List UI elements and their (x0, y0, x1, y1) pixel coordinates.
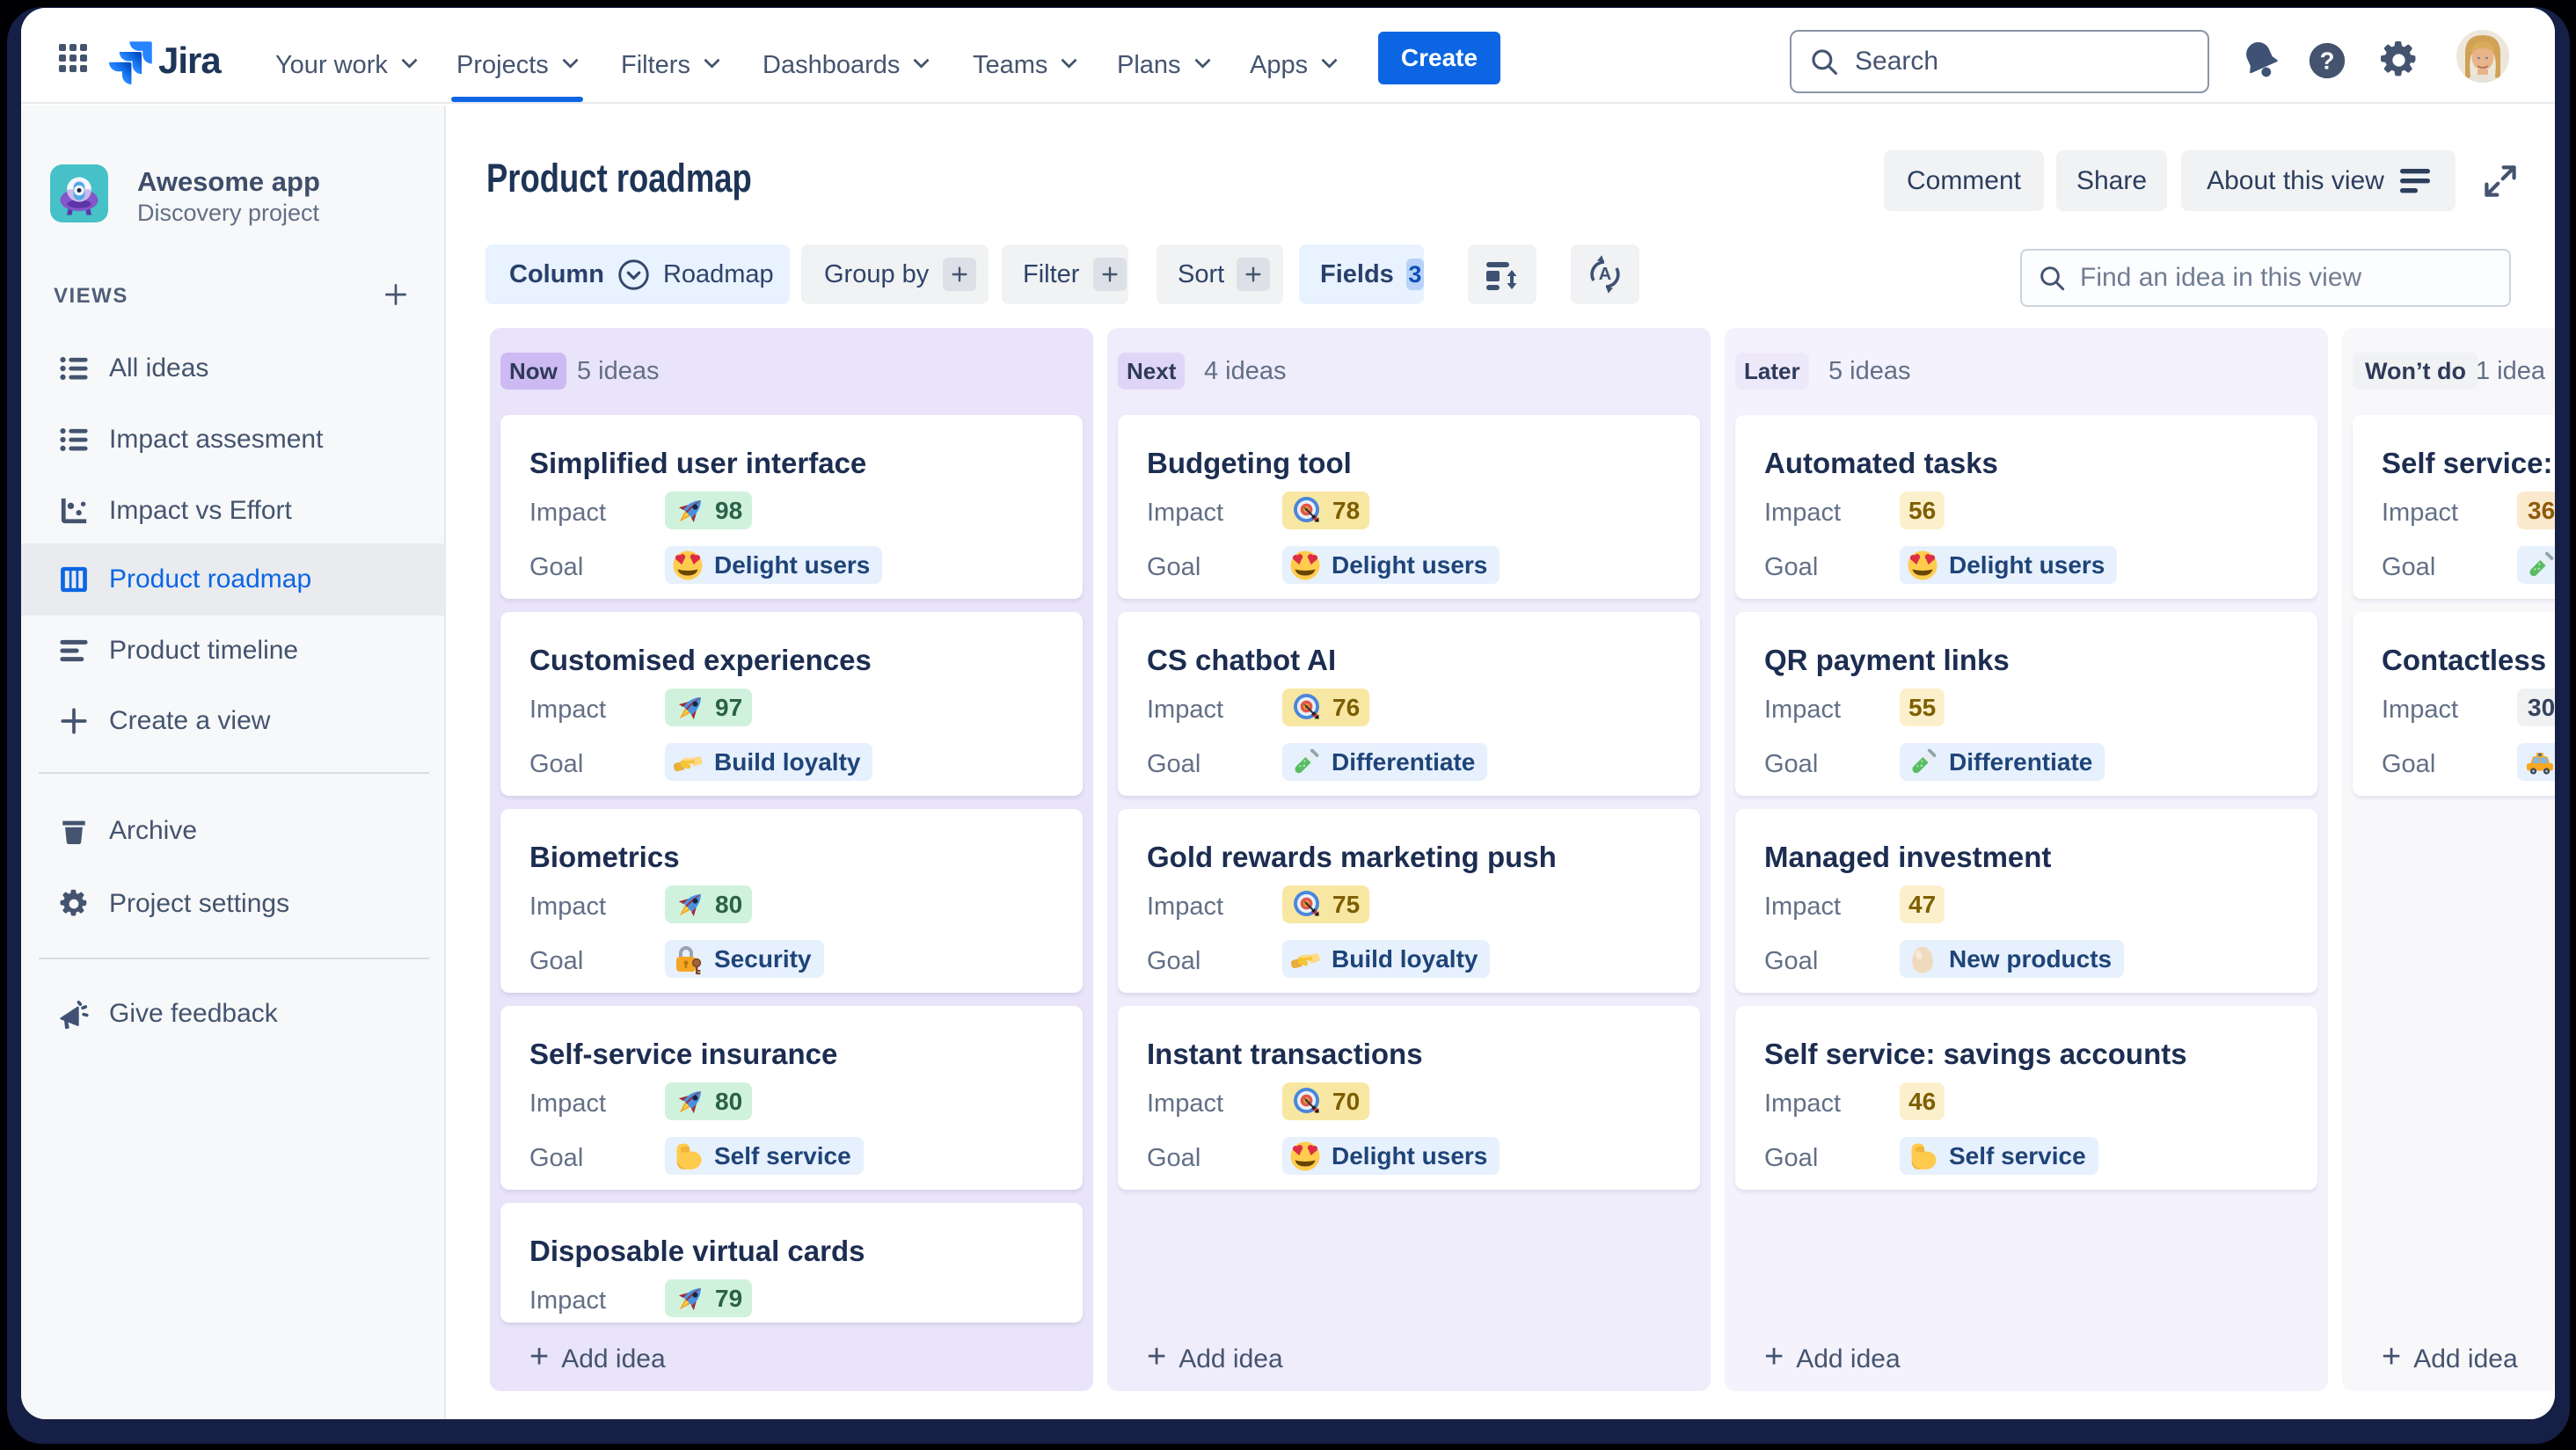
svg-text:A: A (1599, 265, 1611, 284)
svg-text:?: ? (2320, 47, 2335, 75)
